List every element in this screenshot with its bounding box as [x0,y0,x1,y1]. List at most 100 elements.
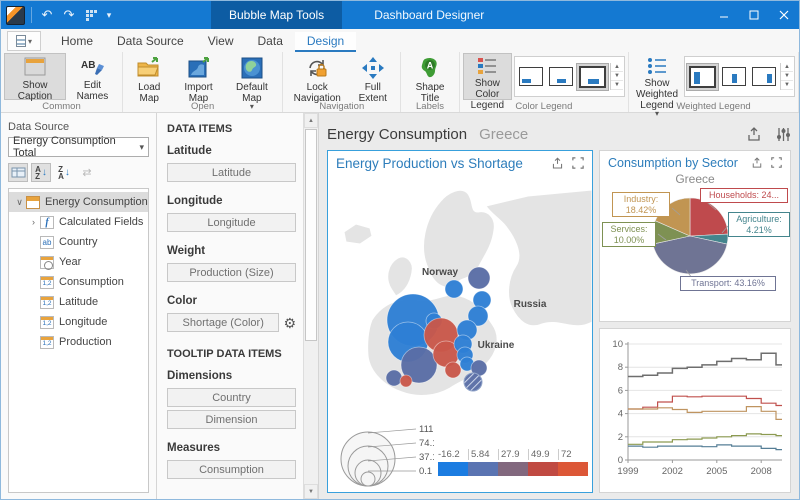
maximize-panel-icon[interactable] [572,157,584,170]
minimize-button[interactable] [709,1,739,29]
spin-down-icon[interactable]: ▼ [781,72,793,81]
tree-item[interactable]: ∨ Energy Consumption Total [9,192,148,212]
chevron-down-icon[interactable]: ∨ [13,197,26,208]
scroll-down-icon[interactable]: ▼ [304,484,318,499]
weighted-legend-position-thumb[interactable] [720,65,748,88]
sort-ascending-icon[interactable]: AZ↓ [31,163,51,182]
export-icon[interactable] [751,157,763,169]
color-legend-position-thumb[interactable] [517,65,545,88]
tree-item-label: Calculated Fields [59,216,143,228]
parameters-icon[interactable] [776,127,791,142]
data-source-combo[interactable]: Energy Consumption Total ▾ [8,137,149,157]
map-bubble[interactable] [445,280,463,298]
bubble-map[interactable]: NorwayRussiaUkraine [328,172,592,400]
color-legend-position-thumb[interactable] [547,65,575,88]
context-tab[interactable]: Bubble Map Tools [211,1,342,29]
data-items-scrollbar[interactable]: ▲ ▼ [303,113,318,499]
tooltip-data-items-header: TOOLTIP DATA ITEMS [167,348,296,360]
scrollbar-thumb[interactable] [305,129,317,341]
full-extent-button[interactable]: Full Extent [348,53,397,100]
application-menu-button[interactable]: ▾ [7,31,41,51]
data-item-pill[interactable]: Production (Size) [167,263,296,282]
gallery-expand-icon[interactable]: ▼ [781,81,793,90]
color-legend-value: -16.2 [438,449,468,460]
redo-icon[interactable]: ↷ [58,4,80,26]
spin-down-icon[interactable]: ▼ [611,72,623,81]
tree-item[interactable]: ›f Calculated Fields [9,212,148,232]
maximize-panel-icon[interactable] [771,157,782,169]
weighted-legend-position-thumb-selected[interactable] [687,64,718,90]
close-button[interactable] [769,1,799,29]
quick-access-dropdown-icon[interactable]: ▾ [102,4,116,26]
field-list-options-icon[interactable] [8,163,28,182]
undo-icon[interactable]: ↶ [36,4,58,26]
map-bubble[interactable] [386,370,402,386]
tab-data-source[interactable]: Data Source [105,32,196,52]
tooltip-data-items-sections: DimensionsCountryDimensionMeasuresConsum… [167,370,296,479]
tree-item[interactable]: abCountry [9,232,148,252]
gallery-spinner[interactable]: ▲▼▼ [610,63,623,90]
quick-access-grid-icon[interactable] [80,4,102,26]
tree-item[interactable]: Year [9,252,148,272]
pie-panel[interactable]: Consumption by Sector Greece Households:… [599,150,791,322]
line-chart-panel[interactable]: 02468101999200220052008 [599,328,791,493]
maximize-button[interactable] [739,1,769,29]
default-map-button[interactable]: Default Map ▾ [224,53,279,100]
data-item-pill[interactable]: Consumption [167,460,296,479]
data-item-pill[interactable]: Latitude [167,163,296,182]
data-item-pill[interactable]: Shortage (Color) [167,313,279,332]
color-legend-position-thumb-selected[interactable] [577,64,608,90]
gallery-expand-icon[interactable]: ▼ [611,81,623,90]
data-item-section-label: Color [167,295,296,307]
spin-up-icon[interactable]: ▲ [611,63,623,72]
map-region-label: Russia [514,299,547,310]
size-legend-value: 111 [419,424,433,435]
map-bubble[interactable] [400,375,412,387]
gear-icon[interactable]: ⚙ [283,316,296,330]
map-bubble[interactable] [445,362,461,378]
data-item-pill[interactable]: Longitude [167,213,296,232]
tree-item[interactable]: 1,2Latitude [9,292,148,312]
map-panel[interactable]: Energy Production vs Shortage [327,150,593,493]
chevron-right-icon[interactable]: › [27,217,40,227]
tree-item[interactable]: 1,2Longitude [9,312,148,332]
pie-chart[interactable]: Households: 24...Agriculture:4.21%Transp… [600,186,790,321]
export-icon[interactable] [551,157,564,170]
tree-item-label: Energy Consumption Total [45,196,149,208]
shape-title-button[interactable]: A Shape Title [404,53,455,100]
gallery-spinner[interactable]: ▲▼▼ [780,63,793,90]
ribbon-tab-row: ▾ HomeData SourceViewDataDesign [1,29,799,52]
ribbon-group-open: Load Map Import Map Default Map ▾ Open [123,52,283,112]
map-bubble[interactable] [468,267,490,289]
show-weighted-legend-icon [644,56,670,76]
tab-home[interactable]: Home [49,32,105,52]
fx-field-icon: f [40,216,54,229]
sort-descending-icon[interactable]: ZA↓ [54,163,74,182]
show-weighted-legend-button[interactable]: Show Weighted Legend ▾ [632,53,682,100]
y-axis-tick-label: 4 [618,408,623,419]
import-map-button[interactable]: Import Map [173,53,225,100]
data-items-header: DATA ITEMS [167,123,296,135]
tree-item[interactable]: 1,2Production [9,332,148,352]
map-body[interactable]: NorwayRussiaUkraine 11174.137.10.1 -16.2… [328,172,592,492]
group-label: Navigation [283,101,400,112]
tab-design[interactable]: Design [295,32,356,52]
tab-data[interactable]: Data [246,32,295,52]
scroll-up-icon[interactable]: ▲ [304,113,318,128]
lock-navigation-button[interactable]: Lock Navigation [286,53,348,100]
show-color-legend-icon [474,56,500,76]
show-color-legend-button[interactable]: Show Color Legend [463,53,512,100]
data-item-pill[interactable]: Dimension [167,410,296,429]
edit-names-button[interactable]: AB Edit Names [66,53,119,100]
tree-item[interactable]: 1,2Consumption [9,272,148,292]
ribbon: Show Caption AB Edit Names Common Load M… [1,52,799,113]
data-item-pill[interactable]: Country [167,388,296,407]
data-items-sections: LatitudeLatitudeLongitudeLongitudeWeight… [167,145,296,332]
load-map-button[interactable]: Load Map [126,53,173,100]
tab-view[interactable]: View [196,32,246,52]
show-caption-button[interactable]: Show Caption [4,53,66,100]
weighted-legend-position-thumb[interactable] [750,65,778,88]
export-icon[interactable] [746,127,762,142]
num-field-icon: 1,2 [40,336,54,349]
spin-up-icon[interactable]: ▲ [781,63,793,72]
